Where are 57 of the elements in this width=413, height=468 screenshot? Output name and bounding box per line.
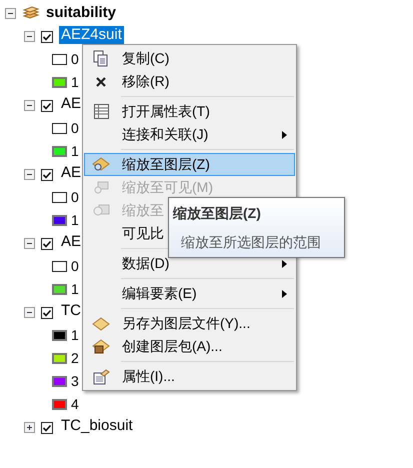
layer-label[interactable]: TC — [59, 302, 83, 320]
checkbox[interactable] — [41, 238, 53, 250]
submenu-arrow-icon — [282, 130, 287, 138]
menu-item[interactable]: 移除(R) — [84, 70, 295, 93]
menu-item[interactable]: 编辑要素(E) — [84, 282, 295, 305]
checkbox[interactable] — [41, 168, 53, 180]
layer-label[interactable]: AE — [59, 164, 84, 182]
checkbox[interactable] — [41, 100, 53, 112]
submenu-arrow-icon — [282, 290, 287, 298]
tooltip-title: 缩放至图层(Z) — [173, 204, 262, 223]
package-icon — [92, 338, 110, 354]
legend-label: 1 — [71, 73, 79, 92]
close-icon — [95, 76, 107, 88]
table-icon — [94, 104, 108, 119]
menu-item[interactable]: 另存为图层文件(Y)... — [84, 312, 295, 335]
checkbox[interactable] — [41, 30, 53, 42]
legend-label: 0 — [71, 188, 79, 207]
menu-item[interactable]: 打开属性表(T) — [84, 100, 295, 123]
legend-label: 3 — [71, 372, 79, 391]
zoom-layer-icon — [92, 156, 110, 172]
copy-icon — [93, 50, 109, 67]
properties-icon — [92, 368, 110, 384]
menu-item[interactable]: 创建图层包(A)... — [84, 335, 295, 358]
menu-item[interactable]: 属性(I)... — [84, 365, 295, 388]
zoom-selected-icon — [92, 202, 110, 218]
legend-label: 1 — [71, 326, 79, 345]
layer-label[interactable]: TC_biosuit — [59, 417, 135, 435]
layer-label[interactable]: AE — [59, 233, 84, 251]
collapse-icon[interactable] — [24, 238, 35, 249]
expand-icon[interactable] — [24, 422, 35, 433]
group-label[interactable]: suitability — [46, 2, 116, 25]
legend-label: 0 — [71, 50, 79, 69]
diamond-icon — [92, 316, 110, 330]
layer-label[interactable]: AEZ4suit — [59, 26, 124, 44]
tooltip-description: 缩放至所选图层的范围 — [180, 233, 322, 252]
legend-label: 1 — [71, 280, 79, 299]
collapse-icon[interactable] — [5, 8, 16, 19]
checkbox[interactable] — [41, 422, 53, 434]
legend-label: 2 — [71, 349, 79, 368]
collapse-icon[interactable] — [24, 307, 35, 318]
legend-label: 1 — [71, 142, 79, 161]
checkbox[interactable] — [41, 306, 53, 318]
legend-label: 4 — [71, 395, 79, 414]
submenu-arrow-icon — [282, 260, 287, 268]
zoom-visible-icon — [92, 180, 110, 196]
menu-item[interactable]: 连接和关联(J) — [84, 123, 295, 146]
collapse-icon[interactable] — [24, 100, 35, 111]
collapse-icon[interactable] — [24, 31, 35, 42]
legend-label: 0 — [71, 119, 79, 138]
menu-item[interactable]: 复制(C) — [84, 47, 295, 70]
menu-item[interactable]: 数据(D) — [84, 252, 295, 275]
menu-item[interactable]: 缩放至图层(Z) — [84, 153, 295, 176]
legend-label: 1 — [71, 211, 79, 230]
collapse-icon[interactable] — [24, 169, 35, 180]
layer-label[interactable]: AE — [59, 95, 84, 113]
legend-label: 0 — [71, 257, 79, 276]
layers-icon — [22, 6, 40, 21]
